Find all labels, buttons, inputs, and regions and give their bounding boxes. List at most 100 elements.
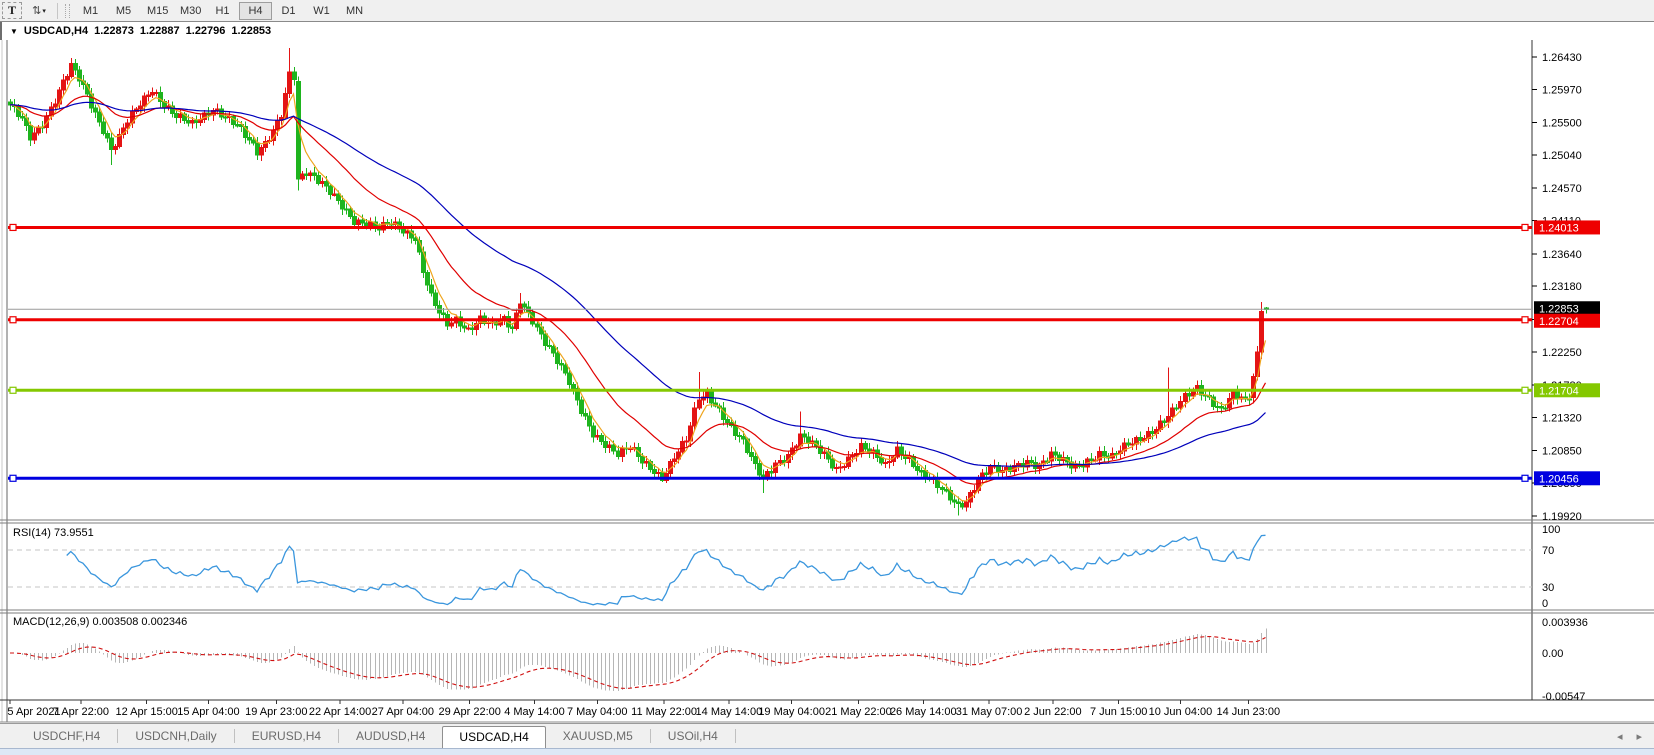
svg-text:1.23180: 1.23180: [1542, 281, 1582, 293]
svg-text:1.23640: 1.23640: [1542, 249, 1582, 261]
timeframe-m5-button[interactable]: M5: [107, 2, 140, 20]
svg-text:0.003936: 0.003936: [1542, 617, 1588, 629]
timeframe-w1-button[interactable]: W1: [305, 2, 338, 20]
svg-text:1.22250: 1.22250: [1542, 347, 1582, 359]
timeframe-d1-button[interactable]: D1: [272, 2, 305, 20]
tab-usdcnh-daily[interactable]: USDCNH,Daily: [118, 725, 233, 748]
line-anchor-handle: [10, 224, 16, 230]
line-anchor-handle: [10, 475, 16, 481]
tabs-scroll-left-icon[interactable]: ◂: [1617, 730, 1623, 743]
toolbar-grip: [65, 4, 70, 18]
chart-menu-icon[interactable]: ▼: [10, 27, 18, 36]
tab-eurusd-h4[interactable]: EURUSD,H4: [235, 725, 338, 748]
svg-text:22 Apr 14:00: 22 Apr 14:00: [309, 706, 371, 718]
timeframe-h1-button[interactable]: H1: [206, 2, 239, 20]
pane-borders: [0, 40, 1654, 722]
svg-text:1.24013: 1.24013: [1539, 222, 1579, 234]
svg-text:29 Apr 22:00: 29 Apr 22:00: [438, 706, 500, 718]
toolbar-separator: [57, 3, 58, 19]
price-axis: 1.264301.259701.255001.250401.245701.241…: [1532, 52, 1582, 523]
svg-text:30: 30: [1542, 582, 1554, 594]
line-anchor-handle: [1522, 224, 1528, 230]
svg-text:2 Jun 22:00: 2 Jun 22:00: [1024, 706, 1082, 718]
tabs-scroll-right-icon[interactable]: ▸: [1636, 730, 1642, 743]
svg-text:1.20456: 1.20456: [1539, 473, 1579, 485]
macd-pane: 0.003936 0.00 -0.00547: [10, 617, 1588, 703]
svg-text:0: 0: [1542, 598, 1548, 610]
level-price-tag: 1.20456: [1534, 471, 1600, 485]
svg-text:1.21320: 1.21320: [1542, 412, 1582, 424]
tab-usdchf-h4[interactable]: USDCHF,H4: [16, 725, 117, 748]
tab-xauusd-m5[interactable]: XAUUSD,M5: [546, 725, 650, 748]
rsi-pane: 100 70 30 0: [8, 524, 1560, 610]
tab-usdcad-h4[interactable]: USDCAD,H4: [442, 726, 545, 749]
line-anchor-handle: [1522, 475, 1528, 481]
tab-usoil-h4[interactable]: USOil,H4: [651, 725, 735, 748]
svg-text:19 Apr 23:00: 19 Apr 23:00: [245, 706, 307, 718]
chart-canvas[interactable]: 1.264301.259701.255001.250401.245701.241…: [0, 40, 1654, 723]
ma-line-medium: [10, 96, 1266, 484]
svg-text:1.24570: 1.24570: [1542, 183, 1582, 195]
tab-audusd-h4[interactable]: AUDUSD,H4: [339, 725, 442, 748]
dropdown-caret-icon: ▾: [42, 7, 46, 15]
quote-close: 1.22853: [231, 25, 271, 37]
svg-text:1.25970: 1.25970: [1542, 84, 1582, 96]
level-price-tag: 1.24013: [1534, 220, 1600, 234]
svg-text:1.26430: 1.26430: [1542, 52, 1582, 64]
svg-text:31 May 07:00: 31 May 07:00: [956, 706, 1023, 718]
macd-label: MACD(12,26,9) 0.003508 0.002346: [13, 616, 187, 628]
svg-text:1.21704: 1.21704: [1539, 385, 1579, 397]
svg-text:4 May 14:00: 4 May 14:00: [504, 706, 565, 718]
svg-text:1.25500: 1.25500: [1542, 118, 1582, 130]
svg-text:15 Apr 04:00: 15 Apr 04:00: [177, 706, 239, 718]
svg-text:0.00: 0.00: [1542, 648, 1563, 660]
ma-line-fast: [10, 78, 1266, 502]
line-anchor-handle: [1522, 317, 1528, 323]
svg-text:12 Apr 15:00: 12 Apr 15:00: [115, 706, 177, 718]
svg-text:14 May 14:00: 14 May 14:00: [696, 706, 763, 718]
svg-text:26 May 14:00: 26 May 14:00: [890, 706, 957, 718]
svg-text:7 Jun 15:00: 7 Jun 15:00: [1090, 706, 1148, 718]
svg-text:7 Apr 22:00: 7 Apr 22:00: [53, 706, 109, 718]
text-tool-button[interactable]: T: [2, 2, 22, 19]
timeframe-m30-button[interactable]: M30: [173, 2, 206, 20]
line-anchor-handle: [1522, 387, 1528, 393]
svg-text:1.22853: 1.22853: [1539, 303, 1579, 315]
macd-histogram: [11, 629, 1267, 691]
svg-text:1.20850: 1.20850: [1542, 446, 1582, 458]
svg-text:70: 70: [1542, 545, 1554, 557]
time-axis: 5 Apr 20217 Apr 22:0012 Apr 15:0015 Apr …: [7, 700, 1280, 718]
current-price-tag: 1.22853: [1534, 301, 1600, 315]
candles-layer: [9, 48, 1269, 516]
rsi-line: [67, 535, 1266, 605]
svg-text:100: 100: [1542, 524, 1560, 536]
svg-text:27 Apr 04:00: 27 Apr 04:00: [372, 706, 434, 718]
svg-text:10 Jun 04:00: 10 Jun 04:00: [1149, 706, 1213, 718]
svg-text:21 May 22:00: 21 May 22:00: [825, 706, 892, 718]
rsi-label: RSI(14) 73.9551: [13, 527, 94, 539]
chart-tabs-bar: USDCHF,H4 USDCNH,Daily EURUSD,H4 AUDUSD,…: [0, 723, 1654, 748]
macd-signal-line: [10, 637, 1266, 689]
svg-text:19 May 04:00: 19 May 04:00: [758, 706, 825, 718]
level-price-tag: 1.21704: [1534, 383, 1600, 397]
timeframe-h4-button[interactable]: H4: [239, 2, 272, 20]
ma-line-slow: [10, 102, 1266, 466]
quote-open: 1.22873: [94, 25, 134, 37]
svg-text:1.19920: 1.19920: [1542, 511, 1582, 523]
svg-text:1.22704: 1.22704: [1539, 316, 1579, 328]
chart-symbol-period: USDCAD,H4: [24, 25, 88, 37]
timeframe-m15-button[interactable]: M15: [140, 2, 173, 20]
svg-text:11 May 22:00: 11 May 22:00: [631, 706, 697, 718]
timeframe-mn-button[interactable]: MN: [338, 2, 371, 20]
timeframe-m1-button[interactable]: M1: [74, 2, 107, 20]
svg-text:-0.00547: -0.00547: [1542, 691, 1585, 703]
hline-objects[interactable]: [8, 224, 1532, 481]
quote-low: 1.22796: [186, 25, 226, 37]
svg-text:14 Jun 23:00: 14 Jun 23:00: [1216, 706, 1280, 718]
svg-text:7 May 04:00: 7 May 04:00: [567, 706, 628, 718]
arrange-tool-button[interactable]: ⇅ ▾: [26, 2, 52, 19]
top-toolbar: T ⇅ ▾ M1 M5 M15 M30 H1 H4 D1 W1 MN: [0, 0, 1654, 22]
tab-separator: [735, 729, 736, 743]
line-anchor-handle: [10, 387, 16, 393]
quote-high: 1.22887: [140, 25, 180, 37]
